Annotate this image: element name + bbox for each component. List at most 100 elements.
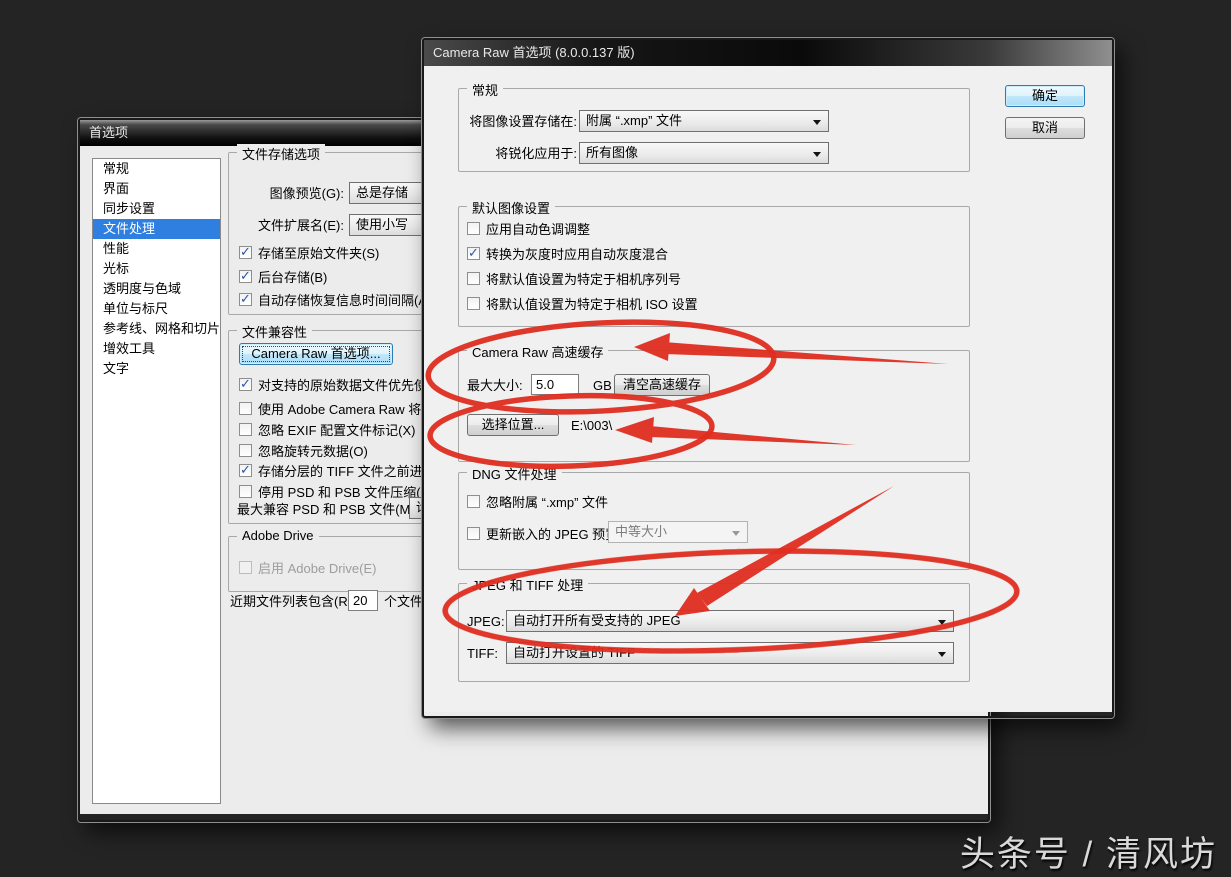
group-legend: Adobe Drive: [237, 528, 319, 543]
group-legend: 文件兼容性: [237, 322, 312, 341]
max-size-unit: GB: [593, 378, 612, 394]
sidebar-item-type[interactable]: 文字: [93, 359, 220, 379]
defaults-iso-checkbox[interactable]: 将默认值设置为特定于相机 ISO 设置: [467, 295, 698, 311]
sidebar-item-transparency[interactable]: 透明度与色域: [93, 279, 220, 299]
sidebar-item-performance[interactable]: 性能: [93, 239, 220, 259]
camera-raw-cache-group: Camera Raw 高速缓存 最大大小: GB 清空高速缓存 选择位置... …: [458, 350, 970, 462]
auto-grayscale-checkbox[interactable]: 转换为灰度时应用自动灰度混合: [467, 245, 668, 261]
group-legend: JPEG 和 TIFF 处理: [467, 575, 588, 594]
prefer-raw-checkbox[interactable]: 对支持的原始数据文件优先使用: [239, 376, 440, 392]
window-title: Camera Raw 首选项 (8.0.0.137 版): [433, 45, 635, 60]
checkbox-label: 更新嵌入的 JPEG 预览:: [486, 524, 622, 543]
image-preview-label: 图像预览(G):: [229, 186, 344, 202]
enable-adobe-drive-checkbox: 启用 Adobe Drive(E): [239, 559, 376, 575]
recent-files-label: 近期文件列表包含(R):: [230, 594, 356, 610]
checkbox-label: 存储分层的 TIFF 文件之前进行: [258, 461, 436, 480]
checkbox-box: [239, 378, 252, 391]
autosave-recovery-checkbox[interactable]: 自动存储恢复信息时间间隔(A):: [239, 291, 435, 307]
sidebar-item-units[interactable]: 单位与标尺: [93, 299, 220, 319]
checkbox-box: [239, 270, 252, 283]
store-settings-dropdown[interactable]: 附属 “.xmp” 文件: [579, 110, 829, 132]
checkbox-label: 应用自动色调调整: [486, 219, 590, 238]
jpeg-label: JPEG:: [467, 614, 505, 630]
dng-file-handling-group: DNG 文件处理 忽略附属 “.xmp” 文件 更新嵌入的 JPEG 预览: 中…: [458, 472, 970, 570]
checkbox-box: [239, 444, 252, 457]
checkbox-box: [239, 561, 252, 574]
checkbox-box: [467, 527, 480, 540]
checkbox-box: [239, 485, 252, 498]
disable-psd-compression-checkbox[interactable]: 停用 PSD 和 PSB 文件压缩(D): [239, 483, 434, 499]
ok-button[interactable]: 确定: [1005, 85, 1085, 107]
ask-before-tiff-checkbox[interactable]: 存储分层的 TIFF 文件之前进行: [239, 462, 436, 478]
jpeg-handling-dropdown[interactable]: 自动打开所有受支持的 JPEG: [506, 610, 954, 632]
checkbox-label: 启用 Adobe Drive(E): [258, 558, 376, 577]
update-jpeg-preview-checkbox[interactable]: 更新嵌入的 JPEG 预览:: [467, 525, 622, 541]
apply-sharpening-label: 将锐化应用于:: [459, 146, 577, 162]
checkbox-label: 忽略附属 “.xmp” 文件: [486, 492, 608, 511]
camera-raw-client-area: 确定 取消 常规 将图像设置存储在: 附属 “.xmp” 文件 将锐化应用于: …: [424, 66, 1112, 712]
group-legend: 常规: [467, 80, 503, 99]
screenshot-stage: 首选项 常规 界面 同步设置 文件处理 性能 光标 透明度与色域 单位与标尺 参…: [0, 0, 1231, 877]
checkbox-label: 转换为灰度时应用自动灰度混合: [486, 244, 668, 263]
checkbox-box: [467, 297, 480, 310]
camera-raw-preferences-window: Camera Raw 首选项 (8.0.0.137 版) 确定 取消 常规 将图…: [422, 38, 1114, 718]
checkbox-box: [467, 222, 480, 235]
ignore-exif-checkbox[interactable]: 忽略 EXIF 配置文件标记(X): [239, 421, 415, 437]
save-in-original-folder-checkbox[interactable]: 存储至原始文件夹(S): [239, 244, 379, 260]
general-group: 常规 将图像设置存储在: 附属 “.xmp” 文件 将锐化应用于: 所有图像: [458, 88, 970, 172]
cancel-button[interactable]: 取消: [1005, 117, 1085, 139]
auto-tone-checkbox[interactable]: 应用自动色调调整: [467, 220, 590, 236]
group-legend: DNG 文件处理: [467, 464, 562, 483]
sidebar-item-file-handling[interactable]: 文件处理: [93, 219, 220, 239]
max-size-input[interactable]: [531, 374, 579, 395]
checkbox-label: 忽略 EXIF 配置文件标记(X): [258, 420, 415, 439]
checkbox-box: [467, 495, 480, 508]
ignore-rotation-checkbox[interactable]: 忽略旋转元数据(O): [239, 442, 368, 458]
checkbox-box: [467, 272, 480, 285]
sidebar-item-interface[interactable]: 界面: [93, 179, 220, 199]
checkbox-box: [239, 293, 252, 306]
recent-files-suffix: 个文件: [384, 594, 423, 610]
preferences-category-list: 常规 界面 同步设置 文件处理 性能 光标 透明度与色域 单位与标尺 参考线、网…: [92, 158, 221, 804]
checkbox-label: 使用 Adobe Camera Raw 将文: [258, 399, 434, 418]
select-location-button[interactable]: 选择位置...: [467, 414, 559, 436]
window-titlebar[interactable]: Camera Raw 首选项 (8.0.0.137 版): [424, 40, 1112, 66]
sidebar-item-plugins[interactable]: 增效工具: [93, 339, 220, 359]
window-title: 首选项: [89, 125, 128, 140]
checkbox-label: 后台存储(B): [258, 267, 327, 286]
defaults-serial-checkbox[interactable]: 将默认值设置为特定于相机序列号: [467, 270, 681, 286]
sidebar-item-cursors[interactable]: 光标: [93, 259, 220, 279]
watermark-text: 头条号 / 清风坊: [960, 826, 1217, 877]
preview-size-dropdown: 中等大小: [608, 521, 748, 543]
sidebar-item-general[interactable]: 常规: [93, 159, 220, 179]
checkbox-label: 忽略旋转元数据(O): [258, 441, 368, 460]
checkbox-box: [239, 402, 252, 415]
checkbox-label: 将默认值设置为特定于相机序列号: [486, 269, 681, 288]
save-in-background-checkbox[interactable]: 后台存储(B): [239, 268, 327, 284]
purge-cache-button[interactable]: 清空高速缓存: [614, 374, 710, 396]
group-legend: Camera Raw 高速缓存: [467, 342, 608, 361]
group-legend: 文件存储选项: [237, 144, 325, 163]
apply-sharpening-dropdown[interactable]: 所有图像: [579, 142, 829, 164]
checkbox-label: 停用 PSD 和 PSB 文件压缩(D): [258, 482, 434, 501]
recent-files-input[interactable]: [348, 590, 378, 611]
jpeg-tiff-handling-group: JPEG 和 TIFF 处理 JPEG: 自动打开所有受支持的 JPEG TIF…: [458, 583, 970, 682]
sidebar-item-sync[interactable]: 同步设置: [93, 199, 220, 219]
tiff-label: TIFF:: [467, 646, 498, 662]
tiff-handling-dropdown[interactable]: 自动打开设置的 TIFF: [506, 642, 954, 664]
camera-raw-preferences-button[interactable]: Camera Raw 首选项...: [239, 343, 393, 365]
checkbox-label: 存储至原始文件夹(S): [258, 243, 379, 262]
max-size-label: 最大大小:: [467, 378, 523, 394]
checkbox-box: [239, 464, 252, 477]
store-settings-label: 将图像设置存储在:: [459, 114, 577, 130]
default-image-settings-group: 默认图像设置 应用自动色调调整 转换为灰度时应用自动灰度混合 将默认值设置为特定…: [458, 206, 970, 327]
use-acr-convert-checkbox[interactable]: 使用 Adobe Camera Raw 将文: [239, 400, 434, 416]
checkbox-box: [239, 246, 252, 259]
file-extension-label: 文件扩展名(E):: [229, 218, 344, 234]
cache-location-path: E:\003\: [571, 418, 612, 434]
ignore-xmp-checkbox[interactable]: 忽略附属 “.xmp” 文件: [467, 493, 608, 509]
checkbox-box: [467, 247, 480, 260]
checkbox-label: 将默认值设置为特定于相机 ISO 设置: [486, 294, 698, 313]
checkbox-label: 对支持的原始数据文件优先使用: [258, 375, 440, 394]
sidebar-item-guides[interactable]: 参考线、网格和切片: [93, 319, 220, 339]
